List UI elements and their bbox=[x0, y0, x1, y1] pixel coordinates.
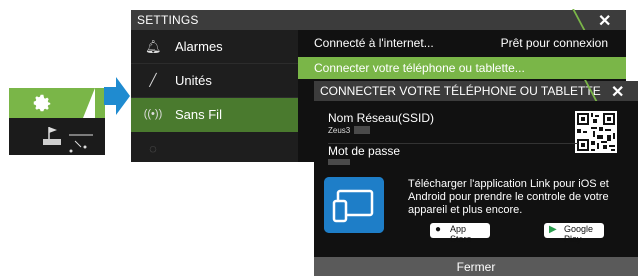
link-app-icon bbox=[324, 177, 384, 233]
ssid-value: Zeus3 bbox=[328, 126, 351, 135]
app-store-button[interactable]: ● App Store bbox=[430, 223, 490, 244]
app-promo: Télécharger l'application Link pour iOS … bbox=[314, 171, 638, 257]
password-label: Mot de passe bbox=[328, 144, 401, 158]
option-status: Prêt pour connexion bbox=[500, 36, 608, 50]
option-connect-phone[interactable]: Connecter votre téléphone ou tablette... bbox=[298, 57, 626, 79]
green-slash-decoration bbox=[572, 9, 586, 31]
menu-item-label: Unités bbox=[175, 73, 212, 88]
gear-icon bbox=[33, 94, 51, 112]
app-description: Télécharger l'application Link pour iOS … bbox=[408, 178, 609, 216]
menu-item-partial[interactable]: ◌ bbox=[131, 132, 298, 162]
settings-titlebar: SETTINGS ✕ bbox=[131, 9, 626, 31]
close-icon[interactable]: ✕ bbox=[611, 82, 624, 102]
dialog-title: CONNECTER VOTRE TÉLÉPHONE OU TABLETTE bbox=[320, 84, 601, 98]
google-play-label: Google Play bbox=[564, 224, 594, 244]
menu-item-sans-fil[interactable]: ((•)) Sans Fil bbox=[131, 98, 298, 132]
google-play-icon: ▶ bbox=[549, 224, 557, 235]
wireless-icon: ((•)) bbox=[143, 108, 163, 120]
qr-code bbox=[575, 111, 617, 153]
settings-close-area: ✕ bbox=[572, 9, 626, 31]
option-internet[interactable]: Connecté à l'internet... Prêt pour conne… bbox=[298, 32, 626, 54]
bell-icon: 🔔︎ bbox=[145, 39, 162, 54]
apple-icon: ● bbox=[435, 224, 442, 235]
option-label: Connecté à l'internet... bbox=[314, 36, 434, 50]
ssid-redacted bbox=[354, 126, 370, 134]
info-divider bbox=[328, 143, 578, 144]
wrench-icon: ╱ bbox=[149, 73, 157, 87]
settings-menu: 🔔︎ Alarmes ╱ Unités ((•)) Sans Fil ◌ bbox=[131, 30, 298, 162]
fermer-label: Fermer bbox=[456, 260, 496, 274]
google-play-button[interactable]: ▶ Google Play bbox=[544, 223, 604, 244]
dialog-header: CONNECTER VOTRE TÉLÉPHONE OU TABLETTE ✕ bbox=[314, 80, 638, 102]
fermer-button[interactable]: Fermer bbox=[314, 257, 638, 276]
menu-item-label: Alarmes bbox=[175, 39, 223, 54]
home-settings-tile[interactable] bbox=[9, 88, 105, 155]
menu-item-label: Sans Fil bbox=[175, 107, 222, 122]
close-icon[interactable]: ✕ bbox=[598, 11, 611, 31]
menu-item-unites[interactable]: ╱ Unités bbox=[131, 64, 298, 98]
connect-phone-dialog: CONNECTER VOTRE TÉLÉPHONE OU TABLETTE ✕ … bbox=[314, 80, 638, 276]
ssid-label: Nom Réseau(SSID) bbox=[328, 111, 435, 125]
menu-item-alarmes[interactable]: 🔔︎ Alarmes bbox=[131, 30, 298, 64]
arrow-right-icon bbox=[104, 77, 130, 115]
app-store-label: App Store bbox=[450, 224, 472, 244]
waypoint-chart-icon bbox=[43, 127, 93, 153]
option-label: Connecter votre téléphone ou tablette... bbox=[314, 61, 525, 75]
password-redacted bbox=[328, 159, 350, 165]
tile-stripe bbox=[83, 88, 95, 118]
settings-title: SETTINGS bbox=[137, 13, 199, 27]
partial-icon: ◌ bbox=[149, 141, 157, 156]
